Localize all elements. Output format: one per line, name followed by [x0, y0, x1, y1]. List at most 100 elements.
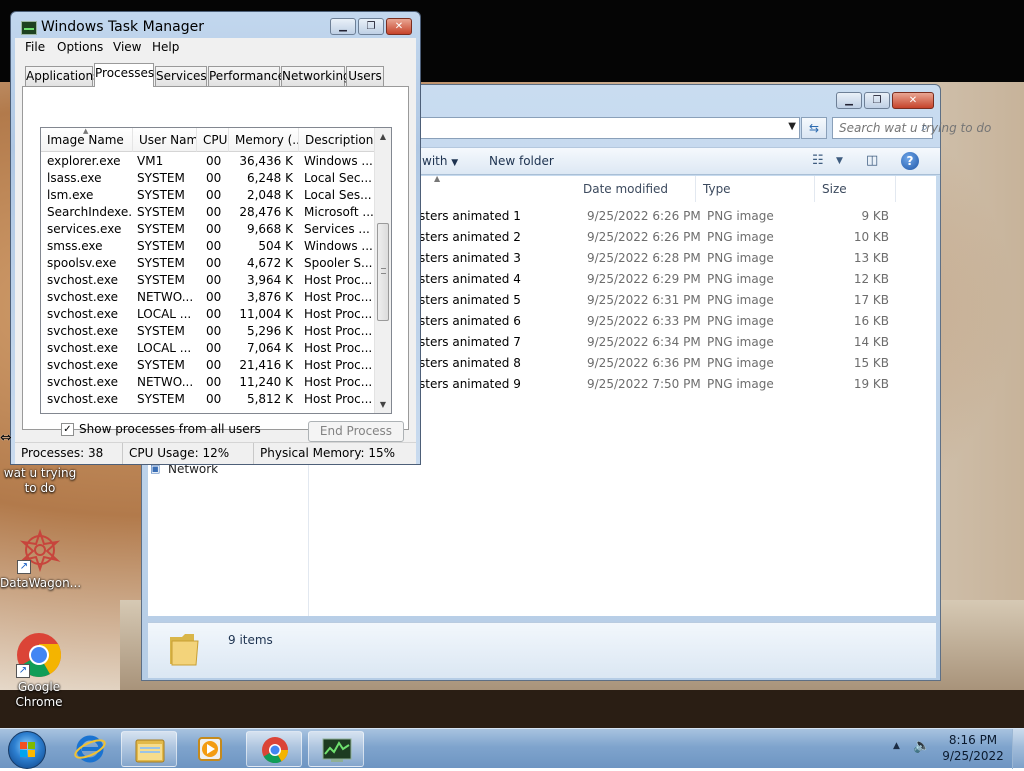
- explorer-search-box[interactable]: ⌕: [832, 117, 1024, 139]
- checkbox-icon[interactable]: ✓: [61, 423, 74, 436]
- search-input[interactable]: [837, 120, 1024, 136]
- column-header-user-name[interactable]: User Name: [133, 128, 197, 152]
- process-row[interactable]: explorer.exe VM1 00 36,436 K Windows ...: [41, 153, 377, 170]
- minimize-button[interactable]: ▁: [330, 18, 356, 35]
- process-row[interactable]: svchost.exe SYSTEM 00 3,964 K Host Proc...: [41, 272, 377, 289]
- restore-icon: ❐: [872, 95, 882, 106]
- taskbar-task-manager[interactable]: [308, 731, 364, 767]
- column-header-cpu[interactable]: CPU: [197, 128, 229, 152]
- column-header-size[interactable]: Size: [816, 176, 896, 202]
- column-header-type[interactable]: Type: [697, 176, 815, 202]
- process-row[interactable]: services.exe SYSTEM 00 9,668 K Services ...: [41, 221, 377, 238]
- process-row[interactable]: svchost.exe LOCAL ... 00 7,064 K Host Proc..…: [41, 340, 377, 357]
- view-dropdown-icon[interactable]: ▼: [836, 156, 843, 166]
- address-bar[interactable]: ▼: [412, 117, 800, 139]
- volume-icon[interactable]: 🔈: [913, 738, 930, 754]
- process-desc: Host Proc...: [304, 375, 373, 389]
- change-view-icon[interactable]: ☷: [812, 153, 824, 168]
- process-row[interactable]: smss.exe SYSTEM 00 504 K Windows ...: [41, 238, 377, 255]
- desktop-icon-google-chrome[interactable]: ↗ Google Chrome: [0, 632, 79, 710]
- open-with-button[interactable]: with ▼: [422, 154, 458, 168]
- taskbar-chrome[interactable]: [246, 731, 302, 767]
- process-desc: Services ...: [304, 222, 370, 236]
- tab-services[interactable]: Services: [155, 66, 207, 86]
- process-row[interactable]: svchost.exe LOCAL ... 00 11,004 K Host Proc.…: [41, 306, 377, 323]
- process-row[interactable]: SearchIndexe... SYSTEM 00 28,476 K Microsoft…: [41, 204, 377, 221]
- column-header-image-name[interactable]: ▲ Image Name: [41, 128, 133, 152]
- process-desc: Local Sec...: [304, 171, 372, 185]
- show-hidden-icons-icon[interactable]: ▲: [893, 741, 900, 751]
- tab-processes[interactable]: Processes: [94, 63, 154, 87]
- process-row[interactable]: lsm.exe SYSTEM 00 2,048 K Local Ses...: [41, 187, 377, 204]
- refresh-icon: ⇆: [808, 121, 820, 135]
- process-row[interactable]: svchost.exe SYSTEM 00 21,416 K Host Proc...: [41, 357, 377, 374]
- preview-pane-icon[interactable]: ◫: [866, 153, 878, 168]
- menu-help[interactable]: Help: [152, 40, 179, 54]
- tab-performance[interactable]: Performance: [208, 66, 285, 86]
- process-image: smss.exe: [47, 239, 103, 253]
- explorer-maximize-button[interactable]: ❐: [864, 92, 890, 109]
- taskbar-windows-explorer[interactable]: [121, 731, 177, 767]
- explorer-close-button[interactable]: ✕: [892, 92, 934, 109]
- new-folder-button[interactable]: New folder: [489, 154, 554, 168]
- column-header-memory[interactable]: Memory (...: [229, 128, 299, 152]
- help-icon[interactable]: ?: [901, 152, 919, 170]
- scroll-down-icon[interactable]: ▼: [375, 396, 391, 413]
- taskbar-internet-explorer[interactable]: [62, 731, 118, 767]
- show-desktop-button[interactable]: [1012, 729, 1024, 769]
- show-all-processes-checkbox[interactable]: ✓ Show processes from all users: [61, 422, 261, 436]
- column-header-description[interactable]: Description: [299, 128, 376, 152]
- clock[interactable]: 8:16 PM 9/25/2022: [938, 732, 1008, 764]
- process-mem: 504 K: [258, 239, 293, 253]
- process-user: SYSTEM: [137, 171, 185, 185]
- folder-icon: [170, 634, 199, 666]
- file-size: 10 KB: [853, 230, 889, 244]
- tab-networking[interactable]: Networking: [281, 66, 351, 86]
- process-row[interactable]: svchost.exe NETWO... 00 3,876 K Host Proc...: [41, 289, 377, 306]
- datawagon-logo-icon: ↗: [17, 528, 63, 574]
- task-manager-icon: [21, 21, 37, 35]
- process-row[interactable]: lsass.exe SYSTEM 00 6,248 K Local Sec...: [41, 170, 377, 187]
- tab-applications[interactable]: Applications: [25, 66, 99, 86]
- start-button[interactable]: [8, 731, 46, 769]
- file-type: PNG image: [707, 293, 774, 307]
- scrollbar-thumb[interactable]: [377, 223, 389, 321]
- end-process-button[interactable]: End Process: [308, 421, 404, 442]
- process-row[interactable]: svchost.exe SYSTEM 00 5,296 K Host Proc...: [41, 323, 377, 340]
- file-date: 9/25/2022 6:36 PM: [587, 356, 701, 370]
- desktop-icon-folder-shortcut[interactable]: wat u trying to do: [0, 466, 80, 496]
- process-image: svchost.exe: [47, 324, 118, 338]
- resize-cursor-icon: ⇔: [0, 430, 12, 446]
- column-header-date[interactable]: Date modified: [577, 176, 696, 202]
- scroll-up-icon[interactable]: ▲: [375, 128, 391, 145]
- address-dropdown-icon[interactable]: ▼: [788, 121, 796, 132]
- process-list-scrollbar[interactable]: ▲ ▼: [374, 128, 391, 413]
- menu-view[interactable]: View: [113, 40, 141, 54]
- process-mem: 5,296 K: [246, 324, 293, 338]
- refresh-button[interactable]: ⇆: [801, 117, 827, 139]
- process-image: svchost.exe: [47, 307, 118, 321]
- taskbar-media-player[interactable]: [182, 731, 238, 767]
- file-size: 9 KB: [861, 209, 889, 223]
- process-image: SearchIndexe...: [47, 205, 133, 219]
- maximize-button[interactable]: ❐: [358, 18, 384, 35]
- search-icon[interactable]: ⌕: [921, 120, 928, 135]
- process-desc: Host Proc...: [304, 273, 373, 287]
- close-button[interactable]: ✕: [386, 18, 412, 35]
- file-name: sters animated 4: [419, 272, 521, 286]
- menu-options[interactable]: Options: [57, 40, 103, 54]
- menu-file[interactable]: File: [25, 40, 45, 54]
- task-manager-body: Applications Processes Services Performa…: [15, 58, 416, 442]
- task-manager-window[interactable]: Windows Task Manager ▁ ❐ ✕ File Options …: [10, 11, 421, 465]
- explorer-minimize-button[interactable]: ▁: [836, 92, 862, 109]
- clock-date: 9/25/2022: [942, 749, 1004, 763]
- process-row[interactable]: svchost.exe NETWO... 00 11,240 K Host Proc..…: [41, 374, 377, 391]
- process-row[interactable]: svchost.exe SYSTEM 00 5,812 K Host Proc...: [41, 391, 377, 408]
- process-image: svchost.exe: [47, 375, 118, 389]
- tab-users[interactable]: Users: [346, 66, 384, 86]
- process-image: svchost.exe: [47, 341, 118, 355]
- desktop-icon-datawagon[interactable]: ↗ DataWagon...: [0, 528, 81, 591]
- status-physical-memory: Physical Memory: 15%: [260, 446, 396, 460]
- process-list[interactable]: ▲ Image Name User Name CPU Memory (... D…: [40, 127, 392, 414]
- process-row[interactable]: spoolsv.exe SYSTEM 00 4,672 K Spooler S...: [41, 255, 377, 272]
